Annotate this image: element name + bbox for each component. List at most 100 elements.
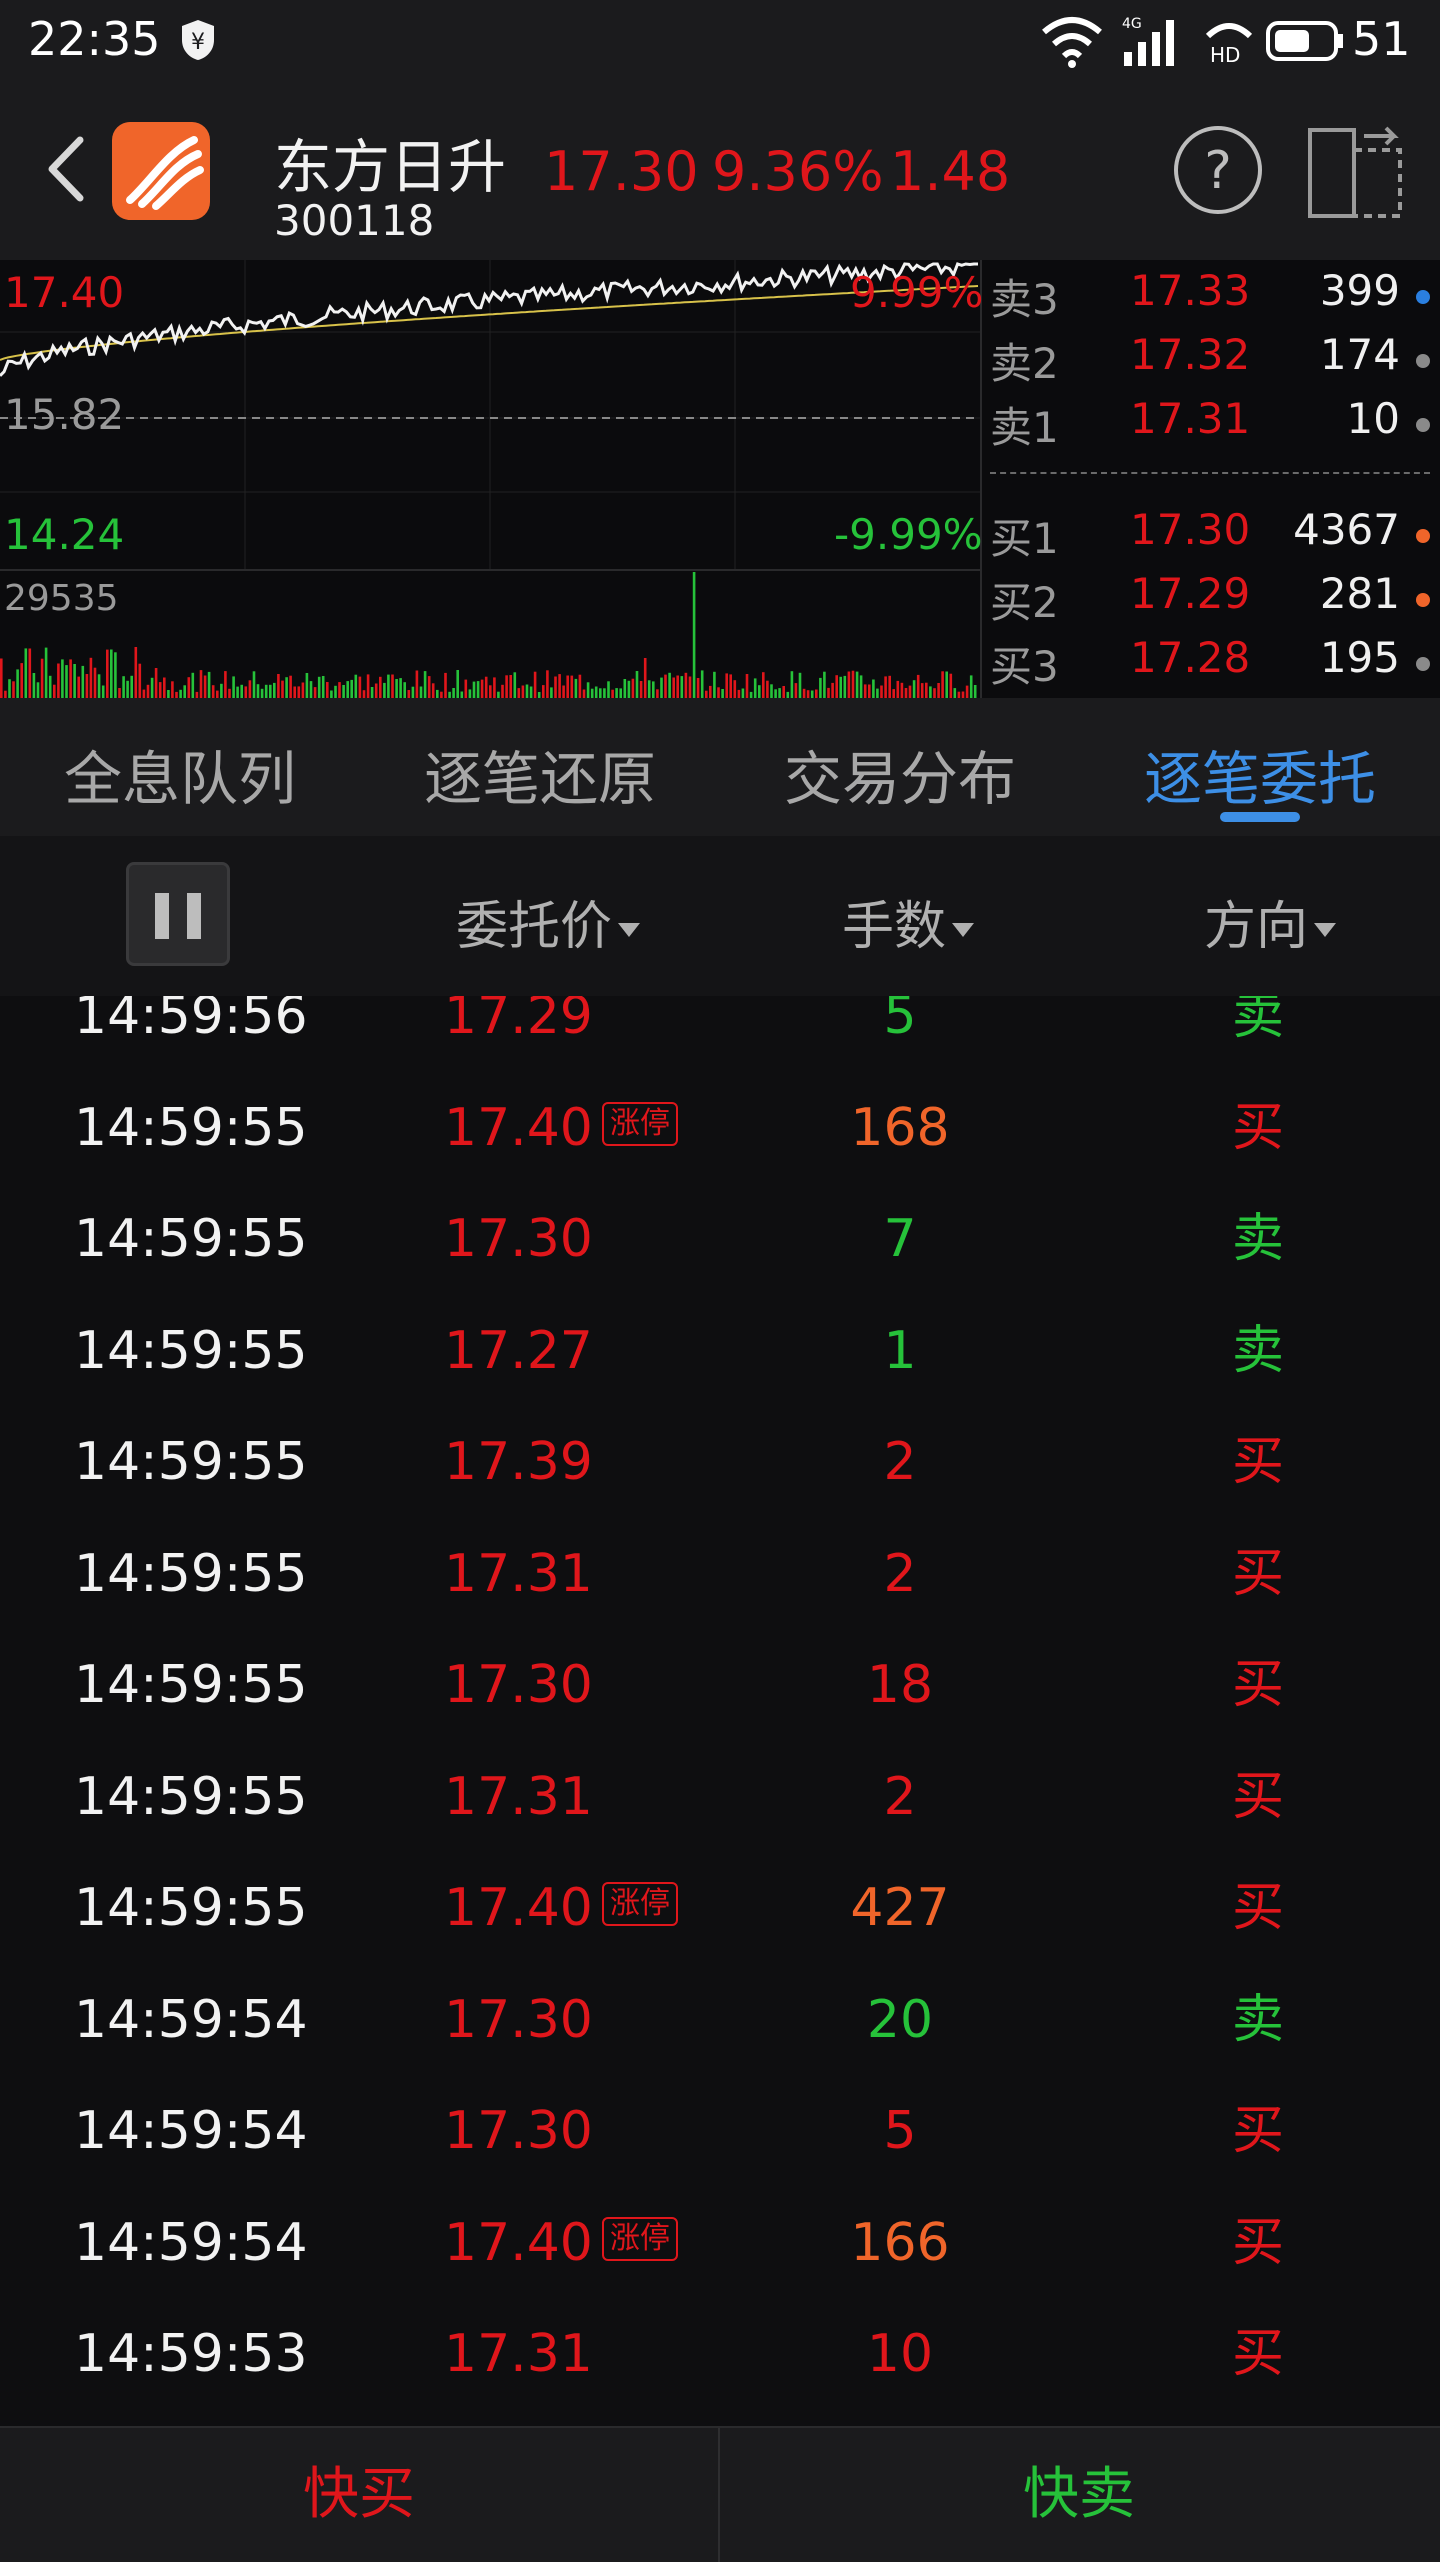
- order-list[interactable]: 14:59:56 17.29 5 卖 14:59:55 17.40 涨停 168 买 14:59:…: [0, 996, 1440, 2424]
- volume-bar: [65, 665, 68, 698]
- volume-bar: [578, 674, 582, 698]
- volume-bar: [12, 681, 15, 698]
- order-direction: 买: [1232, 1097, 1285, 1158]
- order-direction: 卖: [1232, 996, 1285, 1046]
- chart-base-price: 15.82: [4, 390, 125, 439]
- volume-bar: [680, 676, 684, 698]
- tab-tick-restore[interactable]: 逐笔还原: [360, 732, 720, 816]
- volume-bar: [831, 682, 834, 698]
- order-direction: 买: [1232, 2324, 1285, 2384]
- volume-bar: [925, 682, 928, 698]
- quick-buy-button[interactable]: 快买: [0, 2428, 718, 2562]
- order-direction: 买: [1232, 1878, 1285, 1938]
- ask-dot-icon: [1416, 418, 1430, 432]
- volume-bar: [916, 674, 920, 698]
- volume-bar: [106, 649, 109, 698]
- order-direction: 卖: [1232, 1209, 1285, 1269]
- volume-bar: [758, 685, 761, 698]
- volume-bar: [745, 674, 749, 698]
- volume-bar: [839, 676, 842, 698]
- bid-row: 买1 17.30 4367: [990, 505, 1430, 567]
- order-direction: 卖: [1232, 1320, 1285, 1381]
- tab-trade-distribution[interactable]: 交易分布: [720, 732, 1080, 816]
- ask-price: 17.32: [1130, 330, 1251, 379]
- order-time: 14:59:55: [74, 1543, 308, 1604]
- volume-bar: [554, 676, 557, 698]
- order-row[interactable]: 14:59:55 17.31 2 买: [0, 1757, 1440, 1869]
- stock-code: 300118: [274, 196, 435, 245]
- order-row[interactable]: 14:59:55 17.30 18 买: [0, 1645, 1440, 1757]
- order-time: 14:59:54: [74, 2212, 308, 2273]
- order-row[interactable]: 14:59:55 17.30 7 卖: [0, 1199, 1440, 1311]
- order-row[interactable]: 14:59:55 17.27 1 卖: [0, 1311, 1440, 1423]
- volume-bar: [85, 674, 89, 698]
- volume-bar: [692, 572, 696, 698]
- volume-bar: [599, 688, 602, 698]
- volume-bar: [835, 675, 838, 698]
- volume-bar: [260, 688, 264, 698]
- volume-bar: [297, 686, 301, 698]
- order-book[interactable]: 卖3 17.33 399 卖2 17.32 174 卖1 17.31 10 买1…: [982, 260, 1440, 698]
- order-price: 17.40: [444, 1097, 593, 1158]
- svg-text:¥: ¥: [191, 30, 205, 55]
- change-percent: 9.36%: [712, 140, 884, 203]
- ask-volume: 10: [1346, 394, 1400, 443]
- volume-bar: [97, 674, 101, 698]
- bid-volume: 281: [1319, 569, 1400, 618]
- order-time: 14:59:54: [74, 2101, 308, 2161]
- volume-bar: [562, 685, 565, 698]
- help-icon[interactable]: ?: [1172, 124, 1264, 216]
- volume-bar: [114, 652, 117, 698]
- switch-view-icon[interactable]: [1306, 124, 1406, 222]
- volume-bar: [521, 685, 525, 698]
- order-row[interactable]: 14:59:55 17.40 涨停 168 买: [0, 1088, 1440, 1200]
- volume-bar: [631, 678, 635, 698]
- order-qty: 20: [866, 1989, 934, 2050]
- order-direction: 买: [1232, 1432, 1285, 1492]
- order-row[interactable]: 14:59:54 17.30 5 买: [0, 2091, 1440, 2203]
- column-qty-label: 手数: [842, 897, 947, 957]
- order-price: 17.31: [444, 2324, 593, 2384]
- volume-bar: [346, 681, 349, 698]
- volume-bar: [676, 675, 679, 698]
- order-row[interactable]: 14:59:56 17.29 5 卖: [0, 996, 1440, 1088]
- intraday-chart[interactable]: 17.40 9.99% 15.82 14.24 -9.99% 29535: [0, 260, 983, 698]
- sort-direction-button[interactable]: 方向: [1204, 884, 1337, 959]
- volume-bar: [566, 675, 569, 698]
- intraday-chart-svg: [0, 260, 980, 698]
- order-row[interactable]: 14:59:54 17.30 20 卖: [0, 1980, 1440, 2092]
- order-time: 14:59:55: [74, 1878, 308, 1938]
- order-price: 17.30: [444, 2101, 593, 2161]
- volume-bar: [167, 690, 170, 698]
- sort-qty-button[interactable]: 手数: [842, 884, 975, 959]
- volume-bar: [480, 679, 484, 698]
- order-time: 14:59:55: [74, 1432, 308, 1492]
- order-price: 17.29: [444, 996, 593, 1046]
- volume-bar: [252, 671, 256, 698]
- order-row[interactable]: 14:59:54 17.40 涨停 166 买: [0, 2203, 1440, 2315]
- back-arrow-icon[interactable]: [34, 134, 104, 204]
- volume-bar: [154, 668, 158, 698]
- order-row[interactable]: 14:59:53 17.31 10 买: [0, 2314, 1440, 2424]
- bid-volume: 195: [1319, 633, 1400, 682]
- volume-bar: [431, 683, 435, 698]
- quick-sell-button[interactable]: 快卖: [720, 2428, 1438, 2562]
- order-row[interactable]: 14:59:55 17.40 涨停 427 买: [0, 1868, 1440, 1980]
- ask-price: 17.33: [1130, 266, 1251, 315]
- bid-price: 17.30: [1130, 505, 1251, 554]
- order-row[interactable]: 14:59:55 17.39 2 买: [0, 1422, 1440, 1534]
- tab-tick-orders[interactable]: 逐笔委托: [1080, 732, 1440, 816]
- pause-button[interactable]: [126, 862, 230, 966]
- volume-bar: [533, 671, 537, 698]
- tab-full-queue[interactable]: 全息队列: [0, 732, 360, 816]
- volume-bar: [770, 684, 773, 698]
- order-row[interactable]: 14:59:55 17.31 2 买: [0, 1534, 1440, 1646]
- volume-bar: [334, 685, 337, 698]
- volume-bar: [232, 676, 235, 698]
- volume-bar: [452, 688, 455, 698]
- volume-bar: [476, 681, 480, 698]
- ask-label: 卖2: [990, 339, 1059, 388]
- volume-bar: [309, 681, 313, 698]
- sort-price-button[interactable]: 委托价: [456, 884, 641, 959]
- volume-bar: [493, 677, 496, 698]
